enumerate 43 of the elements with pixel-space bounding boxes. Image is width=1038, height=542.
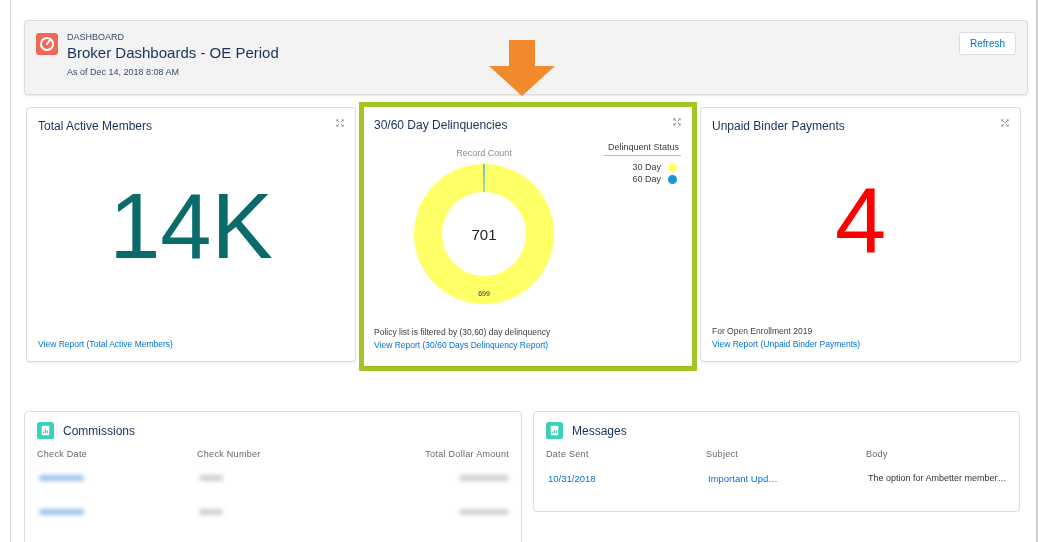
expand-icon[interactable]: [336, 119, 344, 127]
blurred-text: [199, 475, 223, 481]
report-icon: [546, 422, 563, 439]
card-title: Unpaid Binder Payments: [712, 119, 845, 133]
legend-title: Delinquent Status: [603, 142, 681, 156]
column-header: Total Dollar Amount: [424, 449, 509, 461]
chart-title: Record Count: [456, 148, 512, 158]
table-title: Messages: [572, 423, 627, 438]
view-report-link[interactable]: View Report (Unpaid Binder Payments): [712, 339, 1009, 349]
column-header: Check Date: [37, 449, 89, 461]
expand-icon[interactable]: [673, 118, 681, 126]
gauge-icon: [36, 33, 58, 55]
blurred-text: [39, 509, 84, 515]
legend-label: 60 Day: [632, 174, 661, 184]
dashboard-title: Broker Dashboards - OE Period: [67, 44, 279, 61]
column-header: Check Number: [197, 449, 262, 461]
card-note: For Open Enrollment 2019: [712, 326, 814, 336]
table-link[interactable]: 10/31/2018: [548, 473, 596, 484]
timestamp: As of Dec 14, 2018 8:08 AM: [67, 67, 181, 77]
blurred-text: [39, 475, 84, 481]
table-cell: The option for Ambetter member…: [868, 473, 1007, 483]
column-header: Body: [866, 449, 889, 461]
legend-label: 30 Day: [632, 162, 661, 172]
table-title: Commissions: [63, 423, 135, 438]
blurred-text: [459, 475, 509, 481]
metric-value: 14K: [109, 180, 273, 272]
card-note: Policy list is filtered by (30,60) day delinquency: [374, 327, 552, 337]
down-arrow-icon: [489, 40, 555, 96]
card-title: Total Active Members: [38, 119, 153, 133]
view-report-link[interactable]: View Report (30/60 Days Delinquency Report): [374, 340, 681, 350]
column-header: Subject: [706, 449, 740, 461]
page-type-label: DASHBOARD: [67, 32, 125, 42]
column-header: Date Sent: [546, 449, 590, 461]
report-icon: [37, 422, 54, 439]
table-link[interactable]: Important Upd…: [708, 473, 778, 484]
expand-icon[interactable]: [1001, 119, 1009, 127]
metric-value: 4: [834, 173, 887, 266]
blurred-text: [459, 509, 509, 515]
refresh-button[interactable]: Refresh: [959, 32, 1016, 55]
card-title: 30/60 Day Delinquencies: [374, 118, 508, 132]
total-count: 701: [471, 225, 497, 243]
view-report-link[interactable]: View Report (Total Active Members): [38, 339, 344, 349]
blurred-text: [199, 509, 223, 515]
